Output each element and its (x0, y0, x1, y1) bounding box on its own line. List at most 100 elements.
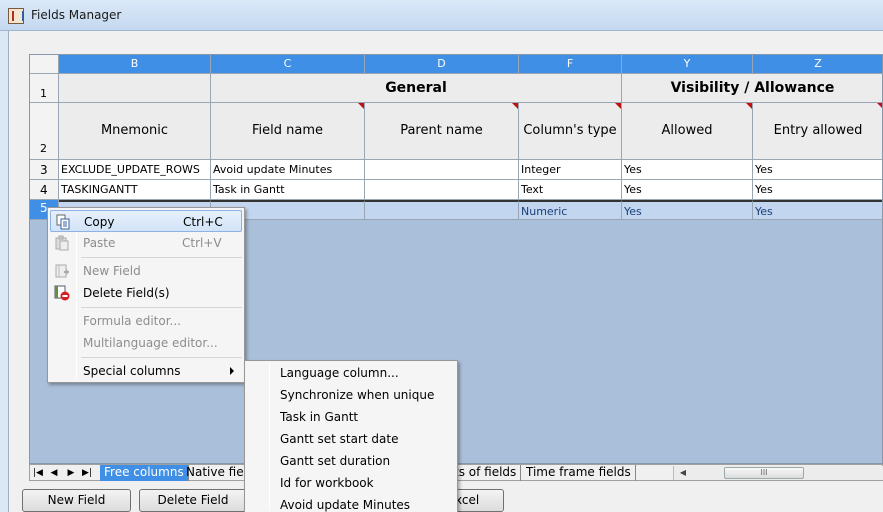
header-allowed-label: Allowed (661, 123, 713, 138)
first-sheet-icon[interactable]: |◀ (33, 467, 43, 479)
header-parent-name-label: Parent name (400, 123, 483, 138)
special-columns-submenu: Language column... Synchronize when uniq… (244, 360, 458, 512)
horizontal-scrollbar[interactable]: ◀ III (673, 466, 883, 480)
cell-entry-allowed[interactable]: Yes (753, 180, 882, 200)
submenu-item-task-in-gantt[interactable]: Task in Gantt (247, 406, 455, 428)
menu-item-label: Synchronize when unique (280, 388, 435, 402)
cell-field-name[interactable]: Avoid update Minutes (211, 160, 365, 180)
submenu-item-synchronize-when-unique[interactable]: Synchronize when unique (247, 384, 455, 406)
row-header-1[interactable]: 1 (30, 74, 59, 103)
new-field-icon (55, 264, 69, 278)
group-empty (59, 74, 211, 103)
menu-item-label: Paste (83, 236, 116, 250)
menu-separator (81, 307, 242, 308)
row-header-3[interactable]: 3 (30, 160, 59, 180)
menu-item-label: Avoid update Minutes (280, 498, 411, 512)
menu-item-label: Gantt set start date (280, 432, 399, 446)
next-sheet-icon[interactable]: ▶ (66, 467, 76, 479)
cell-allowed[interactable]: Yes (622, 180, 753, 200)
column-header-f[interactable]: F (519, 55, 622, 74)
header-column-type: Column's type (519, 103, 622, 160)
scroll-left-icon[interactable]: ◀ (676, 466, 690, 480)
column-header-y[interactable]: Y (622, 55, 753, 74)
cell-column-type[interactable]: Text (519, 180, 622, 200)
menu-item-label: Id for workbook (280, 476, 374, 490)
menu-item-label: Multilanguage editor... (83, 336, 218, 350)
cell-allowed[interactable]: Yes (622, 200, 753, 220)
cell-parent-name[interactable] (365, 180, 519, 200)
menu-item-new-field[interactable]: New Field (50, 260, 242, 282)
copy-icon (56, 214, 70, 230)
menu-item-special-columns[interactable]: Special columns (50, 360, 242, 382)
scroll-thumb[interactable]: III (724, 467, 804, 479)
cell-entry-allowed[interactable]: Yes (753, 200, 882, 220)
cell-parent-name[interactable] (365, 160, 519, 180)
header-entry-allowed: Entry allowed (753, 103, 882, 160)
tab-native-fields[interactable]: Native fiel (182, 465, 252, 481)
prev-sheet-icon[interactable]: ◀ (49, 467, 59, 479)
menu-item-label: Special columns (83, 364, 181, 378)
new-field-button[interactable]: New Field (22, 489, 131, 512)
cell-allowed[interactable]: Yes (622, 160, 753, 180)
title-bar: Fields Manager (0, 0, 883, 31)
group-visibility-allowance: Visibility / Allowance (622, 74, 882, 103)
menu-separator (81, 357, 242, 358)
tab-free-columns[interactable]: Free columns (100, 465, 189, 481)
comment-marker (358, 103, 364, 109)
cell-mnemonic[interactable]: TASKINGANTT (59, 180, 211, 200)
column-header-d[interactable]: D (365, 55, 519, 74)
tab-sets-of-fields[interactable]: ts of fields (450, 465, 522, 481)
header-mnemonic-label: Mnemonic (100, 123, 169, 138)
column-header-z[interactable]: Z (753, 55, 882, 74)
paste-icon (55, 235, 69, 251)
submenu-item-language-column[interactable]: Language column... (247, 362, 455, 384)
context-menu: Copy Ctrl+C Paste Ctrl+V New Field Delet… (47, 207, 245, 383)
menu-item-label: New Field (83, 264, 141, 278)
menu-item-multilanguage-editor[interactable]: Multilanguage editor... (50, 332, 242, 354)
header-parent-name: Parent name (365, 103, 519, 160)
submenu-item-id-for-workbook[interactable]: Id for workbook (247, 472, 455, 494)
delete-field-button[interactable]: Delete Field (139, 489, 247, 512)
header-field-name-label: Field name (251, 123, 323, 138)
header-allowed: Allowed (622, 103, 753, 160)
delete-field-icon (54, 285, 70, 301)
app-icon (8, 8, 24, 24)
row-header-4[interactable]: 4 (30, 180, 59, 200)
menu-item-delete-fields[interactable]: Delete Field(s) (50, 282, 242, 304)
tab-time-frame-fields[interactable]: Time frame fields (522, 465, 636, 481)
window-title: Fields Manager (31, 8, 122, 22)
last-sheet-icon[interactable]: ▶| (82, 467, 92, 479)
comment-marker (615, 103, 621, 109)
column-header-c[interactable]: C (211, 55, 365, 74)
menu-item-copy[interactable]: Copy Ctrl+C (50, 210, 242, 232)
cell-column-type[interactable]: Integer (519, 160, 622, 180)
header-mnemonic: Mnemonic (59, 103, 211, 160)
row-header-2[interactable]: 2 (30, 103, 59, 160)
cell-parent-name[interactable] (365, 200, 519, 220)
cell-mnemonic[interactable]: EXCLUDE_UPDATE_ROWS (59, 160, 211, 180)
menu-item-label: Formula editor... (83, 314, 181, 328)
submenu-arrow-icon (230, 367, 234, 375)
menu-item-formula-editor[interactable]: Formula editor... (50, 310, 242, 332)
comment-marker (877, 103, 882, 109)
grid-corner[interactable] (30, 55, 59, 74)
cell-entry-allowed[interactable]: Yes (753, 160, 882, 180)
menu-separator (81, 257, 242, 258)
column-header-b[interactable]: B (59, 55, 211, 74)
menu-item-label: Language column... (280, 366, 399, 380)
cell-column-type[interactable]: Numeric (519, 200, 622, 220)
menu-item-shortcut: Ctrl+V (182, 236, 222, 250)
submenu-item-gantt-set-start-date[interactable]: Gantt set start date (247, 428, 455, 450)
menu-item-shortcut: Ctrl+C (183, 215, 223, 229)
cell-field-name[interactable]: Task in Gantt (211, 180, 365, 200)
menu-item-label: Delete Field(s) (83, 286, 170, 300)
menu-item-label: Gantt set duration (280, 454, 391, 468)
submenu-item-gantt-set-duration[interactable]: Gantt set duration (247, 450, 455, 472)
submenu-item-avoid-update-minutes[interactable]: Avoid update Minutes (247, 494, 455, 512)
group-general: General (211, 74, 622, 103)
header-field-name: Field name (211, 103, 365, 160)
menu-item-paste[interactable]: Paste Ctrl+V (50, 232, 242, 254)
header-entry-allowed-label: Entry allowed (773, 123, 863, 138)
menu-item-label: Copy (84, 215, 115, 229)
comment-marker (746, 103, 752, 109)
